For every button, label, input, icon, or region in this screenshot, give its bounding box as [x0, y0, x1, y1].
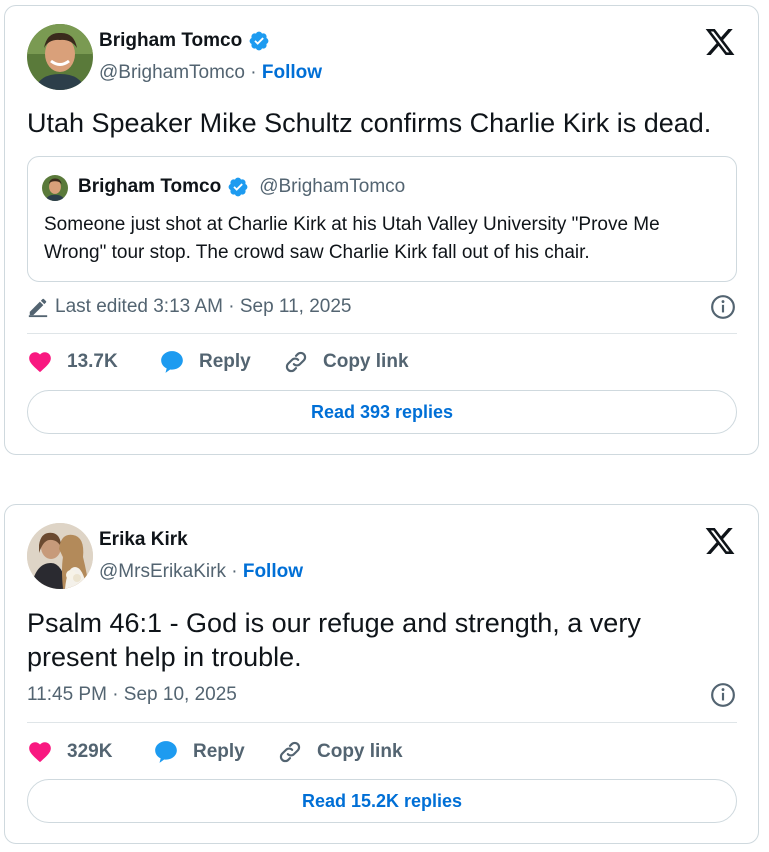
reply-button[interactable]: Reply — [159, 349, 283, 375]
reply-label: Reply — [193, 741, 245, 762]
actions-bar: 13.7K Reply Copy link — [27, 349, 409, 375]
reply-bubble-icon — [155, 741, 177, 763]
timestamp-row: Last edited 3:13 AM · Sep 11, 2025 — [27, 296, 351, 318]
follow-button[interactable]: Follow — [262, 62, 322, 83]
copy-link-label: Copy link — [323, 351, 409, 372]
edit-pencil-icon — [28, 298, 48, 318]
handle-row: @BrighamTomco · Follow — [99, 62, 322, 84]
reply-label: Reply — [199, 351, 251, 372]
timestamp[interactable]: Last edited 3:13 AM · Sep 11, 2025 — [55, 296, 351, 318]
x-logo-icon[interactable] — [704, 26, 736, 58]
avatar[interactable] — [27, 24, 93, 90]
timestamp[interactable]: 11:45 PM · Sep 10, 2025 — [27, 684, 237, 706]
link-icon — [285, 351, 307, 373]
like-count: 13.7K — [67, 351, 118, 372]
actions-bar: 329K Reply Copy link — [27, 739, 403, 765]
link-icon — [279, 741, 301, 763]
verified-badge-icon — [249, 31, 269, 51]
author-name[interactable]: Brigham Tomco — [99, 30, 242, 52]
tweet-card-erika: Erika Kirk @MrsErikaKirk · Follow Psalm … — [4, 504, 759, 844]
heart-icon — [29, 742, 51, 763]
heart-icon — [29, 352, 51, 373]
divider — [27, 333, 737, 334]
info-icon[interactable] — [710, 294, 736, 320]
like-count: 329K — [67, 741, 113, 762]
read-replies-button[interactable]: Read 15.2K replies — [27, 779, 737, 823]
copy-link-label: Copy link — [317, 741, 403, 762]
verified-badge-icon — [228, 177, 248, 197]
reply-button[interactable]: Reply — [153, 739, 277, 765]
read-replies-button[interactable]: Read 393 replies — [27, 390, 737, 434]
quote-text: Someone just shot at Charlie Kirk at his… — [44, 214, 660, 263]
tweet-text: Psalm 46:1 - God is our refuge and stren… — [27, 608, 641, 672]
author-handle[interactable]: @BrighamTomco — [99, 62, 245, 83]
x-logo-icon[interactable] — [704, 525, 736, 557]
quote-avatar — [42, 175, 68, 201]
copy-link-button[interactable]: Copy link — [283, 349, 409, 375]
tweet-text: Utah Speaker Mike Schultz confirms Charl… — [27, 108, 712, 138]
quoted-tweet[interactable]: Brigham Tomco @BrighamTomco Someone just… — [27, 156, 737, 282]
follow-button[interactable]: Follow — [243, 561, 303, 582]
author-name[interactable]: Erika Kirk — [99, 529, 188, 551]
handle-row: @MrsErikaKirk · Follow — [99, 561, 303, 583]
tweet-card-brigham: Brigham Tomco @BrighamTomco · Follow Uta… — [4, 5, 759, 455]
info-icon[interactable] — [710, 682, 736, 708]
separator: · — [231, 561, 238, 582]
copy-link-button[interactable]: Copy link — [277, 739, 403, 765]
author-handle[interactable]: @MrsErikaKirk — [99, 561, 226, 582]
quote-author-handle: @BrighamTomco — [259, 176, 406, 197]
avatar[interactable] — [27, 523, 93, 589]
like-button[interactable]: 13.7K — [27, 349, 159, 375]
divider — [27, 722, 737, 723]
quote-author-name: Brigham Tomco — [78, 176, 222, 197]
reply-bubble-icon — [161, 351, 183, 373]
like-button[interactable]: 329K — [27, 739, 153, 765]
timestamp-row: 11:45 PM · Sep 10, 2025 — [27, 684, 237, 706]
separator: · — [250, 62, 257, 83]
